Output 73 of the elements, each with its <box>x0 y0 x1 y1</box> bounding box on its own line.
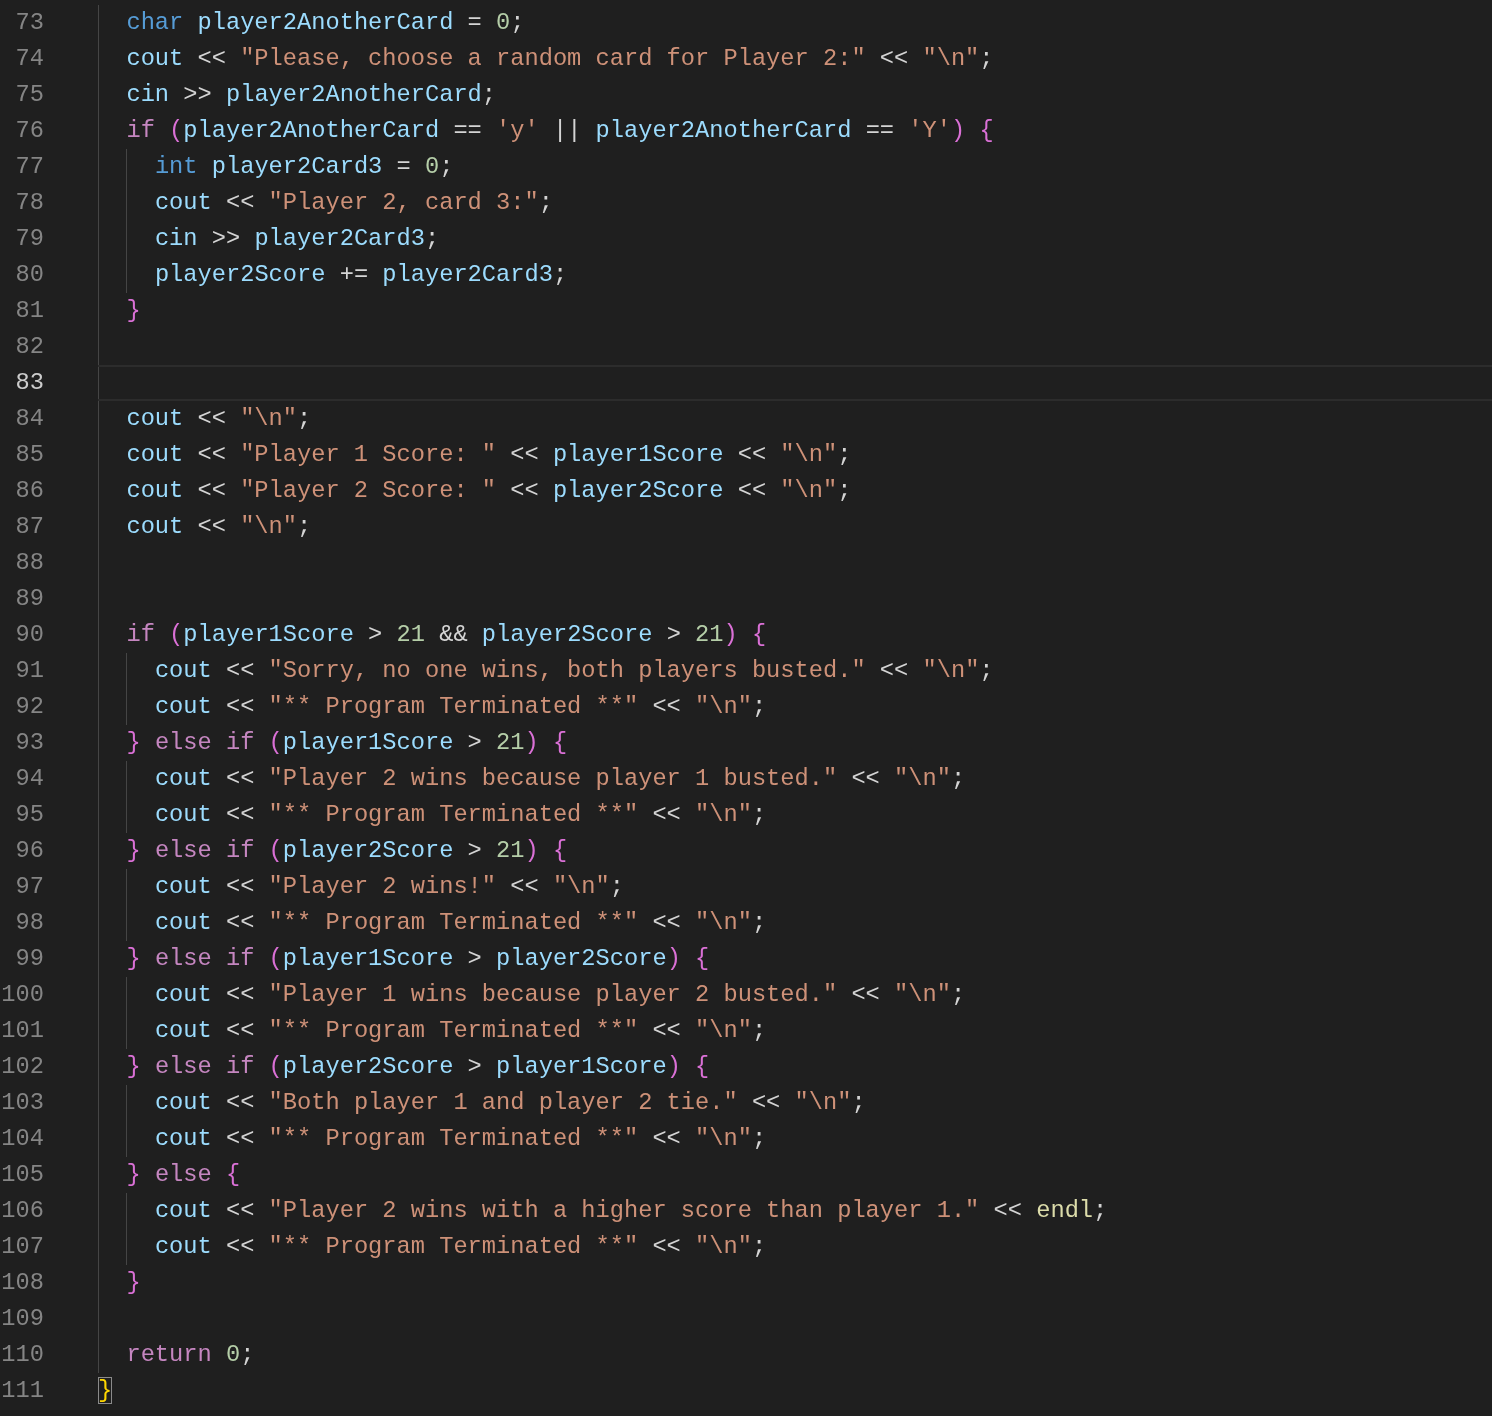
code-line: if (player2AnotherCard == 'y' || player2AnotherCard == 'Y') { <box>98 113 994 149</box>
code-line: cout << "\n"; <box>98 401 312 437</box>
code-line: } <box>98 1265 141 1301</box>
code-line: cout << "Player 2 wins because player 1 busted." << "\n"; <box>98 761 966 797</box>
code-line: } else if (player1Score > 21) { <box>98 725 568 761</box>
code-line: cout << "Player 2 wins!" << "\n"; <box>98 869 624 905</box>
code-line: char player2AnotherCard = 0; <box>98 5 525 41</box>
code-line: cout << "** Program Terminated **" << "\n"; <box>98 1121 767 1157</box>
code-line: } else if (player2Score > 21) { <box>98 833 568 869</box>
code-line: cout << "Player 2 wins with a higher score than player 1." << endl; <box>98 1193 1108 1229</box>
line-number: 100 <box>0 980 44 1010</box>
code-line: cout << "Sorry, no one wins, both players busted." << "\n"; <box>98 653 994 689</box>
line-number: 97 <box>14 872 44 902</box>
line-number: 88 <box>14 548 44 578</box>
line-number: 76 <box>14 116 44 146</box>
line-number: 103 <box>0 1088 44 1118</box>
line-number: 82 <box>14 332 44 362</box>
line-number: 95 <box>14 800 44 830</box>
line-number: 101 <box>0 1016 44 1046</box>
line-number: 92 <box>14 692 44 722</box>
code-line: cout << "Player 1 wins because player 2 busted." << "\n"; <box>98 977 966 1013</box>
line-number: 91 <box>14 656 44 686</box>
code-line: cout << "Player 1 Score: " << player1Score << "\n"; <box>98 437 852 473</box>
code-line: cout << "Player 2, card 3:"; <box>98 185 553 221</box>
line-number: 89 <box>14 584 44 614</box>
code-line: cout << "** Program Terminated **" << "\n"; <box>98 905 767 941</box>
line-number: 80 <box>14 260 44 290</box>
line-number: 104 <box>0 1124 44 1154</box>
line-number: 83 <box>14 368 44 398</box>
code-line: cout << "** Program Terminated **" << "\n"; <box>98 1229 767 1265</box>
line-number: 78 <box>14 188 44 218</box>
line-number: 75 <box>14 80 44 110</box>
code-line: cout << "Player 2 Score: " << player2Score << "\n"; <box>98 473 852 509</box>
code-line: cout << "Both player 1 and player 2 tie." << "\n"; <box>98 1085 866 1121</box>
line-number: 84 <box>14 404 44 434</box>
line-number: 77 <box>14 152 44 182</box>
line-number: 98 <box>14 908 44 938</box>
code-line: int player2Card3 = 0; <box>98 149 454 185</box>
code-line: } <box>98 1376 113 1406</box>
line-number: 109 <box>0 1304 44 1334</box>
line-number: 107 <box>0 1232 44 1262</box>
line-number: 81 <box>14 296 44 326</box>
line-number: 102 <box>0 1052 44 1082</box>
line-number: 108 <box>0 1268 44 1298</box>
line-number: 96 <box>14 836 44 866</box>
line-number: 110 <box>0 1340 44 1370</box>
code-line: cout << "** Program Terminated **" << "\n"; <box>98 797 767 833</box>
code-line: cin >> player2AnotherCard; <box>98 77 497 113</box>
code-line: cout << "** Program Terminated **" << "\n"; <box>98 689 767 725</box>
line-number: 79 <box>14 224 44 254</box>
code-line: player2Score += player2Card3; <box>98 257 568 293</box>
code-line: } else if (player1Score > player2Score) { <box>98 941 710 977</box>
line-number: 94 <box>14 764 44 794</box>
line-number: 111 <box>0 1376 44 1406</box>
line-number: 87 <box>14 512 44 542</box>
line-number: 99 <box>14 944 44 974</box>
code-line: } <box>98 293 141 329</box>
code-line: cin >> player2Card3; <box>98 221 440 257</box>
line-number: 106 <box>0 1196 44 1226</box>
code-line: } else if (player2Score > player1Score) { <box>98 1049 710 1085</box>
code-line: } else { <box>98 1157 241 1193</box>
line-number: 86 <box>14 476 44 506</box>
code-line: cout << "** Program Terminated **" << "\n"; <box>98 1013 767 1049</box>
line-number: 93 <box>14 728 44 758</box>
line-number: 85 <box>14 440 44 470</box>
line-number: 105 <box>0 1160 44 1190</box>
code-line: cout << "Please, choose a random card for Player 2:" << "\n"; <box>98 41 994 77</box>
code-line: cout << "\n"; <box>98 509 312 545</box>
code-line: if (player1Score > 21 && player2Score > 21) { <box>98 617 767 653</box>
code-line: return 0; <box>98 1337 255 1373</box>
line-number: 73 <box>14 8 44 38</box>
line-number: 90 <box>14 620 44 650</box>
line-number: 74 <box>14 44 44 74</box>
